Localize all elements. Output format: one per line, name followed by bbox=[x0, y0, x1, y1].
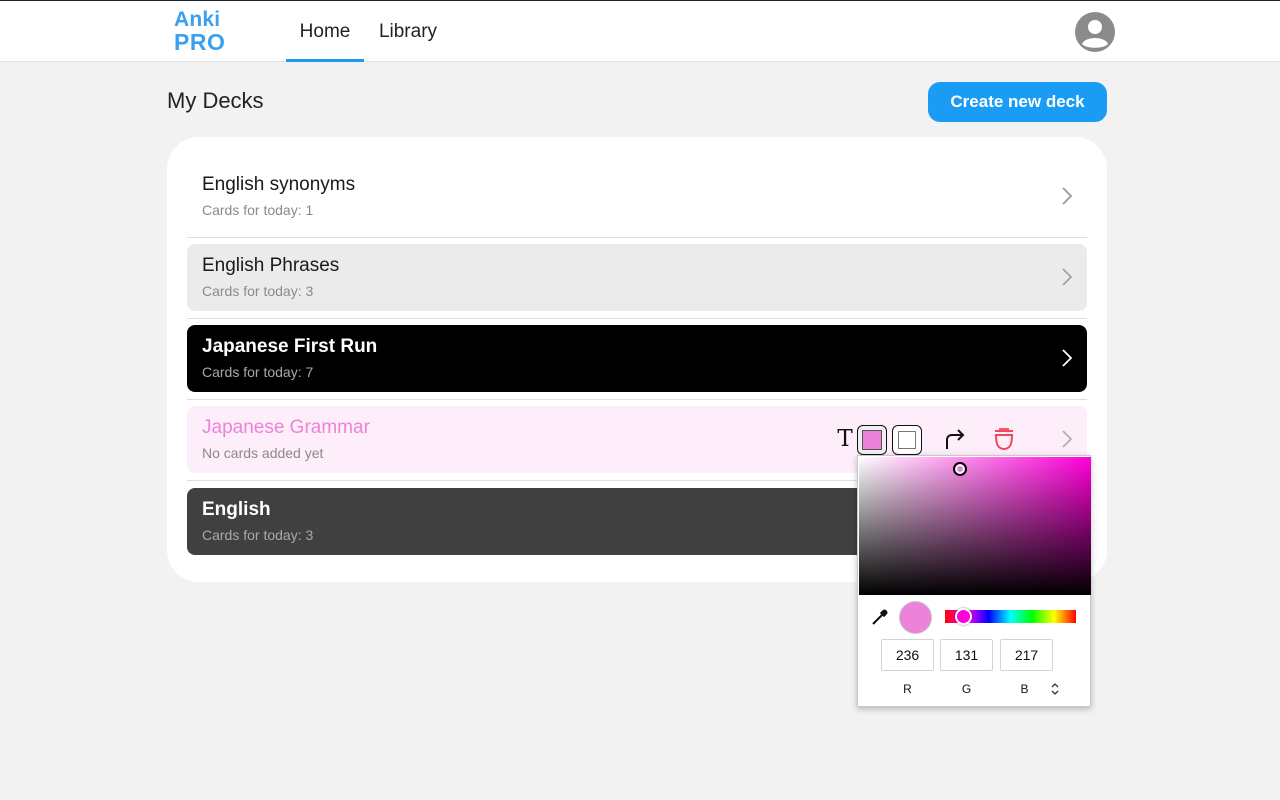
deck-name: Japanese Grammar bbox=[202, 417, 370, 438]
blue-value-input[interactable] bbox=[1000, 639, 1053, 671]
eyedropper-icon[interactable] bbox=[871, 608, 889, 626]
deck-divider bbox=[187, 237, 1087, 238]
color-preview-swatch bbox=[899, 601, 932, 634]
deck-cards-count: Cards for today: 3 bbox=[202, 527, 314, 543]
deck-item[interactable]: English synonyms Cards for today: 1 bbox=[187, 163, 1087, 230]
fill-color-button[interactable] bbox=[857, 425, 887, 455]
deck-item[interactable]: English Phrases Cards for today: 3 bbox=[187, 244, 1087, 311]
deck-name: English Phrases bbox=[202, 255, 340, 276]
deck-name: English bbox=[202, 499, 271, 520]
saturation-handle[interactable] bbox=[953, 462, 967, 476]
top-navigation-bar: Anki PRO Home Library bbox=[0, 0, 1280, 62]
red-value-input[interactable] bbox=[881, 639, 934, 671]
green-value-input[interactable] bbox=[940, 639, 993, 671]
background-color-swatch bbox=[898, 431, 916, 449]
red-label: R bbox=[903, 682, 912, 696]
logo-line-pro: PRO bbox=[174, 29, 226, 55]
logo-line-anki: Anki bbox=[174, 8, 221, 31]
deck-divider bbox=[187, 318, 1087, 319]
tab-library[interactable]: Library bbox=[372, 1, 444, 62]
deck-cards-count: No cards added yet bbox=[202, 445, 324, 461]
deck-item[interactable]: Japanese First Run Cards for today: 7 bbox=[187, 325, 1087, 392]
deck-cards-count: Cards for today: 3 bbox=[202, 283, 314, 299]
chevron-right-icon bbox=[1062, 268, 1073, 286]
saturation-value-area[interactable] bbox=[859, 457, 1091, 595]
deck-name: English synonyms bbox=[202, 174, 356, 195]
chevron-right-icon bbox=[1062, 349, 1073, 367]
fill-color-swatch bbox=[862, 430, 882, 450]
deck-cards-count: Cards for today: 1 bbox=[202, 202, 314, 218]
page-title: My Decks bbox=[167, 88, 264, 113]
anki-pro-logo[interactable]: Anki PRO bbox=[174, 8, 226, 55]
blue-label: B bbox=[1020, 682, 1029, 696]
chevron-right-icon bbox=[1062, 430, 1073, 448]
deck-divider bbox=[187, 399, 1087, 400]
text-color-icon[interactable]: T bbox=[834, 426, 856, 452]
hue-slider-handle[interactable] bbox=[955, 608, 972, 625]
create-new-deck-button[interactable]: Create new deck bbox=[928, 82, 1107, 122]
deck-cards-count: Cards for today: 7 bbox=[202, 364, 314, 380]
tab-home[interactable]: Home bbox=[286, 1, 364, 62]
color-mode-toggle-icon[interactable] bbox=[1050, 682, 1060, 696]
hue-slider[interactable] bbox=[945, 608, 1076, 625]
deck-name: Japanese First Run bbox=[202, 336, 378, 357]
user-avatar-icon[interactable] bbox=[1074, 11, 1116, 53]
chevron-right-icon bbox=[1062, 187, 1073, 205]
background-color-button[interactable] bbox=[892, 425, 922, 455]
color-picker-popover: R G B bbox=[857, 455, 1091, 707]
delete-icon[interactable] bbox=[991, 427, 1017, 451]
green-label: G bbox=[961, 682, 972, 696]
share-icon[interactable] bbox=[943, 427, 967, 451]
